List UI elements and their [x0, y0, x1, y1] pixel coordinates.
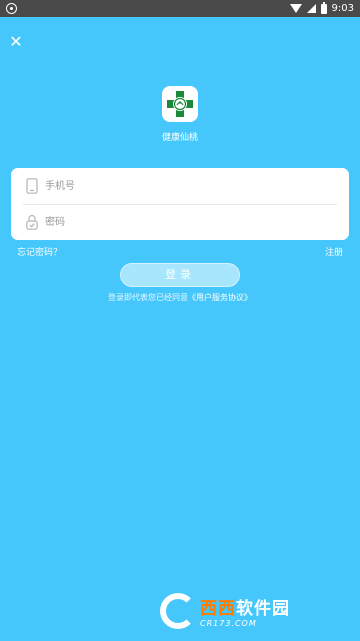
phone-row [11, 168, 349, 204]
close-button[interactable]: ✕ [6, 32, 26, 52]
watermark-logo: 西西软件园 CR173.COM [160, 588, 350, 634]
agreement-text: 登录即代表您已经同意《用户服务协议》 [0, 292, 360, 303]
signal-icon [306, 4, 316, 13]
lock-icon [26, 214, 38, 230]
status-icons: 9:03 [289, 0, 354, 17]
password-input[interactable] [45, 212, 335, 232]
watermark-title: 西西软件园 [200, 594, 290, 619]
notification-icon [6, 3, 17, 14]
battery-icon [320, 1, 327, 14]
phone-icon [26, 178, 38, 194]
forgot-password-link[interactable]: 忘记密码？ [17, 245, 62, 258]
status-time: 9:03 [331, 3, 354, 14]
wifi-icon [289, 4, 302, 13]
app-logo [162, 86, 198, 122]
app-name: 健康仙桃 [161, 133, 198, 143]
watermark-url: CR173.COM [200, 619, 257, 628]
watermark-title-part2: 软件园 [236, 599, 290, 619]
agreement-prefix: 登录即代表您已经同意 [108, 293, 188, 302]
watermark-c-icon [160, 593, 196, 629]
user-agreement-link[interactable]: 《用户服务协议》 [188, 293, 252, 302]
password-row [11, 204, 349, 240]
register-link[interactable]: 注册 [325, 245, 343, 258]
login-button[interactable]: 登录 [120, 263, 240, 287]
phone-input[interactable] [45, 176, 335, 196]
watermark-title-part1: 西西 [200, 599, 236, 619]
medical-cross-icon [167, 91, 193, 117]
watermark-text: 西西软件园 CR173.COM [200, 594, 290, 628]
status-bar: 9:03 [0, 0, 360, 17]
login-form [11, 168, 349, 240]
